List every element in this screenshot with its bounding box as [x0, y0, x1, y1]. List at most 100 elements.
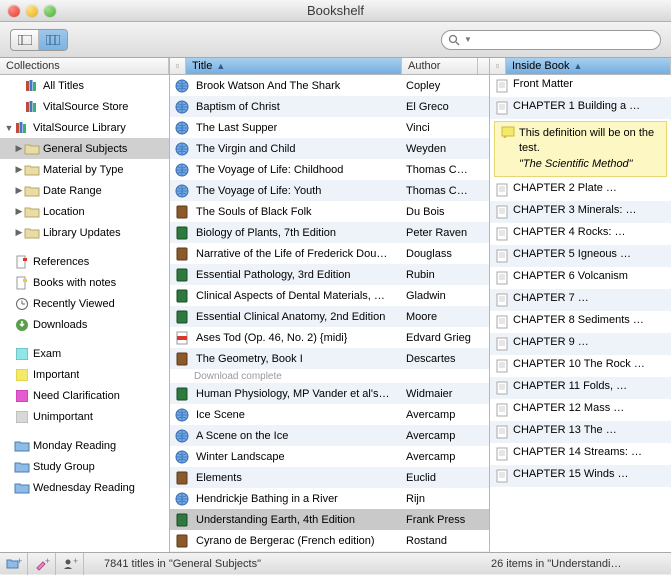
- add-folder-button[interactable]: +: [0, 553, 28, 575]
- globe-icon: [174, 449, 190, 465]
- disclosure-icon[interactable]: ▶: [14, 206, 24, 217]
- sidebar-item-label: Downloads: [33, 319, 87, 331]
- sidebar-item[interactable]: ▼VitalSource Library: [0, 117, 169, 138]
- note-item[interactable]: This definition will be on the test."The…: [494, 121, 667, 177]
- chapter-label: CHAPTER 8 Sediments …: [513, 314, 644, 326]
- books-icon: [24, 78, 40, 94]
- title-row[interactable]: Biology of Plants, 7th EditionPeter Rave…: [170, 222, 489, 243]
- title-row[interactable]: The Souls of Black FolkDu Bois: [170, 201, 489, 222]
- sidebar-item[interactable]: Unimportant: [0, 406, 169, 427]
- minimize-icon[interactable]: [26, 5, 38, 17]
- sidebar-item[interactable]: ▶Location: [0, 201, 169, 222]
- title-row[interactable]: Essential Clinical Anatomy, 2nd EditionM…: [170, 306, 489, 327]
- sidebar-item[interactable]: Important: [0, 364, 169, 385]
- book-brown-icon: [174, 351, 190, 367]
- title-row[interactable]: The Voyage of Life: ChildhoodThomas C…: [170, 159, 489, 180]
- sidebar-item[interactable]: ▶ Library Updates: [0, 222, 169, 243]
- collections-header[interactable]: Collections: [0, 58, 169, 74]
- sidebar-item[interactable]: Need Clarification: [0, 385, 169, 406]
- globe-icon: [174, 183, 190, 199]
- title-row[interactable]: Cyrano de Bergerac (French edition)Rosta…: [170, 530, 489, 551]
- globe-icon: [174, 162, 190, 178]
- chapter-item[interactable]: CHAPTER 15 Winds …: [490, 465, 671, 487]
- sidebar-item[interactable]: References: [0, 251, 169, 272]
- title-row[interactable]: ElementsEuclid: [170, 467, 489, 488]
- chapter-item[interactable]: CHAPTER 14 Streams: …: [490, 443, 671, 465]
- title-row[interactable]: Ases Tod (Op. 46, No. 2) {midi}Edvard Gr…: [170, 327, 489, 348]
- title-header[interactable]: Title▲: [186, 58, 402, 74]
- chapter-item[interactable]: Front Matter: [490, 75, 671, 97]
- chapter-item[interactable]: CHAPTER 12 Mass …: [490, 399, 671, 421]
- chapter-item[interactable]: CHAPTER 7 …: [490, 289, 671, 311]
- sidebar-item[interactable]: Wednesday Reading: [0, 477, 169, 498]
- sidebar-item[interactable]: ▶Date Range: [0, 180, 169, 201]
- author-cell: Avercamp: [402, 409, 478, 421]
- chapter-item[interactable]: CHAPTER 6 Volcanism: [490, 267, 671, 289]
- title-row[interactable]: Ice SceneAvercamp: [170, 404, 489, 425]
- title-row[interactable]: Narrative of the Life of Frederick Dou…D…: [170, 243, 489, 264]
- chapter-item[interactable]: CHAPTER 13 The …: [490, 421, 671, 443]
- zoom-icon[interactable]: [44, 5, 56, 17]
- search-input[interactable]: [476, 34, 654, 46]
- tab-yellow-icon: [14, 275, 30, 291]
- add-user-button[interactable]: +: [56, 553, 84, 575]
- add-highlight-button[interactable]: +: [28, 553, 56, 575]
- close-icon[interactable]: [8, 5, 20, 17]
- sidebar-item[interactable]: VitalSource Store: [0, 96, 169, 117]
- inside-header[interactable]: Inside Book▲: [506, 58, 671, 74]
- disclosure-icon[interactable]: ▼: [4, 123, 14, 133]
- chapter-item[interactable]: CHAPTER 8 Sediments …: [490, 311, 671, 333]
- sidebar-item[interactable]: Books with notes: [0, 272, 169, 293]
- chapter-item[interactable]: CHAPTER 4 Rocks: …: [490, 223, 671, 245]
- svg-text:+: +: [17, 557, 22, 566]
- search-field[interactable]: ▼: [441, 30, 661, 50]
- page-icon: [494, 182, 510, 198]
- sidebar-item[interactable]: Study Group: [0, 456, 169, 477]
- title-cell: The Last Supper: [196, 122, 277, 134]
- sidebar-item[interactable]: ▶General Subjects: [0, 138, 169, 159]
- chapter-item[interactable]: CHAPTER 2 Plate …: [490, 179, 671, 201]
- sidebar-item-label: Unimportant: [33, 411, 93, 423]
- title-row[interactable]: Human Physiology, MP Vander et al's…Widm…: [170, 383, 489, 404]
- title-row[interactable]: Essential Pathology, 3rd EditionRubin: [170, 264, 489, 285]
- disclosure-icon[interactable]: ▶: [14, 185, 24, 196]
- disclosure-icon[interactable]: ▶: [14, 227, 24, 238]
- sidebar-item[interactable]: Exam: [0, 343, 169, 364]
- icon-header[interactable]: [170, 58, 186, 74]
- title-row[interactable]: A Scene on the IceAvercamp: [170, 425, 489, 446]
- title-row[interactable]: The Virgin and ChildWeyden: [170, 138, 489, 159]
- chapter-item[interactable]: CHAPTER 1 Building a …: [490, 97, 671, 119]
- disclosure-icon[interactable]: ▶: [14, 143, 24, 154]
- sidebar-item-label: Library Updates: [43, 227, 121, 239]
- chapter-item[interactable]: CHAPTER 9 …: [490, 333, 671, 355]
- title-row[interactable]: Clinical Aspects of Dental Materials, …G…: [170, 285, 489, 306]
- title-row[interactable]: The Last SupperVinci: [170, 117, 489, 138]
- sidebar-item[interactable]: ▶Material by Type: [0, 159, 169, 180]
- author-header[interactable]: Author: [402, 58, 478, 74]
- title-row[interactable]: Brook Watson And The SharkCopley: [170, 75, 489, 96]
- chapter-item[interactable]: CHAPTER 10 The Rock …: [490, 355, 671, 377]
- sidebar-item[interactable]: Recently Viewed: [0, 293, 169, 314]
- chevron-down-icon[interactable]: ▼: [464, 35, 472, 44]
- sort-asc-icon: ▲: [573, 61, 582, 71]
- sidebar-spacer: [0, 427, 169, 435]
- sidebar-item[interactable]: Downloads: [0, 314, 169, 335]
- title-row[interactable]: Baptism of ChristEl Greco: [170, 96, 489, 117]
- view-columns-button[interactable]: [39, 30, 67, 50]
- books-icon: [24, 99, 40, 115]
- author-cell: Weyden: [402, 143, 478, 155]
- sidebar-item[interactable]: All Titles: [0, 75, 169, 96]
- title-row[interactable]: The Geometry, Book IDescartes: [170, 348, 489, 369]
- chapter-item[interactable]: CHAPTER 3 Minerals: …: [490, 201, 671, 223]
- title-row[interactable]: Understanding Earth, 4th EditionFrank Pr…: [170, 509, 489, 530]
- sidebar-item[interactable]: Monday Reading: [0, 435, 169, 456]
- chapter-item[interactable]: CHAPTER 11 Folds, …: [490, 377, 671, 399]
- view-list-button[interactable]: [11, 30, 39, 50]
- disclosure-icon[interactable]: ▶: [14, 164, 24, 175]
- title-row[interactable]: The Voyage of Life: YouthThomas C…: [170, 180, 489, 201]
- icon-header[interactable]: [490, 58, 506, 74]
- chapter-item[interactable]: CHAPTER 5 Igneous …: [490, 245, 671, 267]
- title-row[interactable]: Winter LandscapeAvercamp: [170, 446, 489, 467]
- page-icon: [494, 270, 510, 286]
- title-row[interactable]: Hendrickje Bathing in a RiverRijn: [170, 488, 489, 509]
